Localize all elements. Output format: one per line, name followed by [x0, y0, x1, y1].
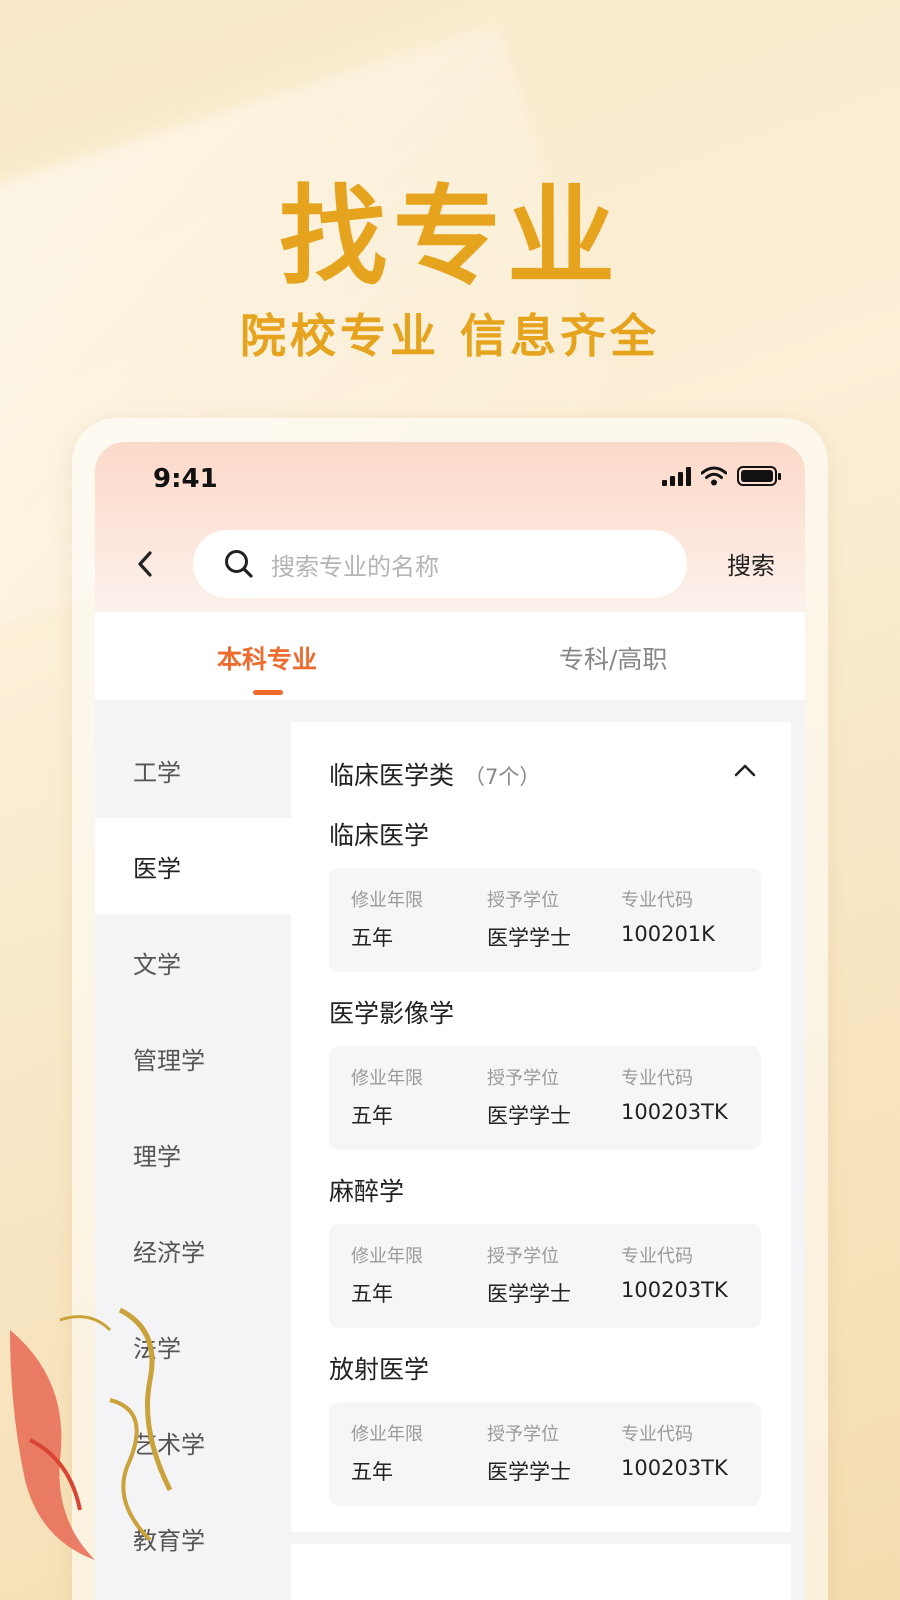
major-name: 医学影像学 — [329, 999, 455, 1028]
search-placeholder: 搜索专业的名称 — [271, 552, 439, 581]
degree-value: 医学学士 — [487, 926, 571, 950]
code-label: 专业代码 — [621, 890, 693, 911]
major-name: 临床医学 — [329, 821, 430, 850]
major-item[interactable]: 放射医学 修业年限五年 授予学位医学学士 专业代码 100203TK — [329, 1350, 761, 1506]
status-time: 9:41 — [153, 464, 218, 494]
degree-label: 授予学位 — [487, 1068, 559, 1089]
degree-value: 医学学士 — [487, 1104, 571, 1128]
sidebar-item-economics[interactable]: 经济学 — [95, 1202, 291, 1298]
duration-label: 修业年限 — [351, 1068, 423, 1089]
status-icons — [662, 466, 781, 486]
major-item[interactable]: 临床医学 修业年限五年 授予学位医学学士 专业代码 100201K — [329, 816, 761, 972]
back-button[interactable] — [125, 544, 165, 584]
degree-value: 医学学士 — [487, 1282, 571, 1306]
signal-icon — [662, 466, 691, 486]
sidebar-item-literature[interactable]: 文学 — [95, 914, 291, 1010]
duration-value: 五年 — [351, 926, 393, 950]
code-label: 专业代码 — [621, 1424, 693, 1445]
tab-bar: 本科专业 专科/高职 — [95, 612, 805, 700]
category-header[interactable]: 临床医学类 （7个） — [329, 756, 540, 792]
duration-value: 五年 — [351, 1282, 393, 1306]
major-info-card: 修业年限五年 授予学位医学学士 专业代码 100203TK — [329, 1046, 761, 1150]
major-info-card: 修业年限五年 授予学位医学学士 专业代码 100203TK — [329, 1402, 761, 1506]
degree-label: 授予学位 — [487, 1246, 559, 1267]
tab-vocational[interactable]: 专科/高职 — [559, 640, 667, 676]
hero-subtitle: 院校专业 信息齐全 — [239, 309, 660, 363]
duration-label: 修业年限 — [351, 1246, 423, 1267]
duration-label: 修业年限 — [351, 1424, 423, 1445]
duration-label: 修业年限 — [351, 890, 423, 911]
code-label: 专业代码 — [621, 1068, 693, 1089]
code-value: 100201K — [621, 922, 715, 946]
category-count: （7个） — [464, 765, 541, 789]
code-label: 专业代码 — [621, 1246, 693, 1267]
major-list-panel: 临床医学类 （7个） 临床医学 修业年限 五年 授予学位 医学学士 专业代码 1002… — [291, 722, 791, 1532]
sidebar-item-engineering[interactable]: 工学 — [95, 722, 291, 818]
chevron-up-icon[interactable] — [733, 762, 757, 778]
next-category-panel — [291, 1544, 791, 1600]
major-item[interactable]: 麻醉学 修业年限五年 授予学位医学学士 专业代码 100203TK — [329, 1172, 761, 1328]
code-value: 100203TK — [621, 1278, 728, 1302]
code-value: 100203TK — [621, 1100, 728, 1124]
sidebar-item-management[interactable]: 管理学 — [95, 1010, 291, 1106]
koi-watermark — [10, 1307, 173, 1560]
duration-value: 五年 — [351, 1460, 393, 1484]
degree-label: 授予学位 — [487, 1424, 559, 1445]
code-value: 100203TK — [621, 1456, 728, 1480]
header-area: 9:41 搜索专业的名称 搜索 — [95, 442, 805, 622]
degree-value: 医学学士 — [487, 1460, 571, 1484]
chevron-left-icon — [138, 551, 152, 577]
sidebar-item-science[interactable]: 理学 — [95, 1106, 291, 1202]
duration-value: 五年 — [351, 1104, 393, 1128]
major-name: 放射医学 — [329, 1355, 430, 1384]
battery-icon — [737, 466, 781, 486]
search-button[interactable]: 搜索 — [727, 546, 775, 581]
tab-undergraduate[interactable]: 本科专业 — [217, 640, 317, 676]
hero-title: 找专业 — [278, 175, 621, 300]
search-input[interactable]: 搜索专业的名称 — [193, 530, 687, 598]
major-name: 麻醉学 — [329, 1177, 405, 1206]
phone-screen: 9:41 搜索专业的名称 搜索 本科专业 专科/高职 工学 医学 文学 管理学 … — [95, 442, 805, 1600]
major-info-card: 修业年限五年 授予学位医学学士 专业代码 100203TK — [329, 1224, 761, 1328]
tab-active-indicator — [253, 690, 283, 695]
wifi-icon — [701, 466, 727, 486]
major-item[interactable]: 医学影像学 修业年限五年 授予学位医学学士 专业代码 100203TK — [329, 994, 761, 1150]
category-name: 临床医学类 — [329, 761, 455, 790]
sidebar-item-medicine[interactable]: 医学 — [95, 818, 291, 914]
degree-label: 授予学位 — [487, 890, 559, 911]
search-icon — [225, 550, 253, 578]
major-info-card: 修业年限五年 授予学位医学学士 专业代码 100201K — [329, 868, 761, 972]
